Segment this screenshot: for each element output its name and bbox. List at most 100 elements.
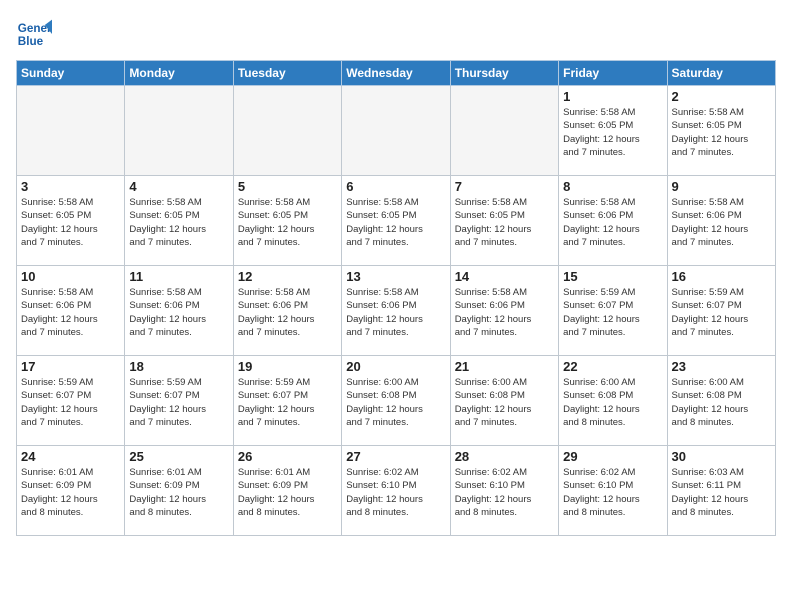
day-info: Sunrise: 5:59 AM Sunset: 6:07 PM Dayligh… <box>672 286 771 339</box>
day-number: 15 <box>563 269 662 284</box>
day-info: Sunrise: 6:01 AM Sunset: 6:09 PM Dayligh… <box>238 466 337 519</box>
day-number: 19 <box>238 359 337 374</box>
day-number: 27 <box>346 449 445 464</box>
day-info: Sunrise: 6:02 AM Sunset: 6:10 PM Dayligh… <box>563 466 662 519</box>
day-info: Sunrise: 6:02 AM Sunset: 6:10 PM Dayligh… <box>346 466 445 519</box>
day-info: Sunrise: 6:03 AM Sunset: 6:11 PM Dayligh… <box>672 466 771 519</box>
calendar-day-cell: 11 Sunrise: 5:58 AM Sunset: 6:06 PM Dayli… <box>125 266 233 356</box>
day-info: Sunrise: 5:58 AM Sunset: 6:06 PM Dayligh… <box>346 286 445 339</box>
day-info: Sunrise: 5:58 AM Sunset: 6:05 PM Dayligh… <box>21 196 120 249</box>
day-info: Sunrise: 5:58 AM Sunset: 6:06 PM Dayligh… <box>563 196 662 249</box>
day-number: 26 <box>238 449 337 464</box>
calendar-day-cell: 28 Sunrise: 6:02 AM Sunset: 6:10 PM Dayli… <box>450 446 558 536</box>
calendar-week-row: 24 Sunrise: 6:01 AM Sunset: 6:09 PM Dayli… <box>17 446 776 536</box>
day-info: Sunrise: 6:02 AM Sunset: 6:10 PM Dayligh… <box>455 466 554 519</box>
day-number: 22 <box>563 359 662 374</box>
day-info: Sunrise: 5:59 AM Sunset: 6:07 PM Dayligh… <box>238 376 337 429</box>
weekday-header: Wednesday <box>342 61 450 86</box>
calendar-day-cell: 21Sunrise: 6:00 AM Sunset: 6:08 PM Dayli… <box>450 356 558 446</box>
day-info: Sunrise: 5:58 AM Sunset: 6:05 PM Dayligh… <box>346 196 445 249</box>
day-number: 1 <box>563 89 662 104</box>
calendar-day-cell: 5Sunrise: 5:58 AM Sunset: 6:05 PM Daylig… <box>233 176 341 266</box>
day-info: Sunrise: 6:00 AM Sunset: 6:08 PM Dayligh… <box>563 376 662 429</box>
day-info: Sunrise: 6:01 AM Sunset: 6:09 PM Dayligh… <box>21 466 120 519</box>
day-number: 30 <box>672 449 771 464</box>
day-info: Sunrise: 5:58 AM Sunset: 6:05 PM Dayligh… <box>129 196 228 249</box>
calendar-table: SundayMondayTuesdayWednesdayThursdayFrid… <box>16 60 776 536</box>
calendar-day-cell: 3 Sunrise: 5:58 AM Sunset: 6:05 PM Daylig… <box>17 176 125 266</box>
calendar-day-cell: 27 Sunrise: 6:02 AM Sunset: 6:10 PM Dayli… <box>342 446 450 536</box>
weekday-header: Monday <box>125 61 233 86</box>
day-number: 10 <box>21 269 120 284</box>
weekday-header: Tuesday <box>233 61 341 86</box>
calendar-day-cell: 16 Sunrise: 5:59 AM Sunset: 6:07 PM Dayli… <box>667 266 775 356</box>
day-info: Sunrise: 5:58 AM Sunset: 6:05 PM Dayligh… <box>563 106 662 159</box>
day-number: 17 <box>21 359 120 374</box>
calendar-week-row: 10 Sunrise: 5:58 AM Sunset: 6:06 PM Dayli… <box>17 266 776 356</box>
day-number: 9 <box>672 179 771 194</box>
calendar-day-cell: 17Sunrise: 5:59 AM Sunset: 6:07 PM Dayli… <box>17 356 125 446</box>
calendar-day-cell <box>125 86 233 176</box>
calendar-week-row: 17 Sunrise: 5:59 AM Sunset: 6:07 PM Dayli… <box>17 356 776 446</box>
calendar-day-cell <box>17 86 125 176</box>
day-number: 3 <box>21 179 120 194</box>
svg-text:Blue: Blue <box>18 35 44 48</box>
calendar-day-cell: 4 Sunrise: 5:58 AM Sunset: 6:05 PM Daylig… <box>125 176 233 266</box>
day-info: Sunrise: 5:59 AM Sunset: 6:07 PM Dayligh… <box>563 286 662 339</box>
calendar-day-cell: 25Sunrise: 6:01 AM Sunset: 6:09 PM Dayli… <box>125 446 233 536</box>
day-number: 4 <box>129 179 228 194</box>
day-info: Sunrise: 5:58 AM Sunset: 6:06 PM Dayligh… <box>129 286 228 339</box>
day-number: 25 <box>129 449 228 464</box>
day-number: 13 <box>346 269 445 284</box>
calendar-day-cell: 2Sunrise: 5:58 AM Sunset: 6:05 PM Daylig… <box>667 86 775 176</box>
calendar-day-cell <box>342 86 450 176</box>
calendar-day-cell: 7 Sunrise: 5:58 AM Sunset: 6:05 PM Daylig… <box>450 176 558 266</box>
calendar-day-cell: 18 Sunrise: 5:59 AM Sunset: 6:07 PM Dayli… <box>125 356 233 446</box>
calendar-day-cell: 30 Sunrise: 6:03 AM Sunset: 6:11 PM Dayli… <box>667 446 775 536</box>
day-number: 29 <box>563 449 662 464</box>
day-number: 11 <box>129 269 228 284</box>
calendar-day-cell: 24 Sunrise: 6:01 AM Sunset: 6:09 PM Dayli… <box>17 446 125 536</box>
day-number: 2 <box>672 89 771 104</box>
day-info: Sunrise: 5:58 AM Sunset: 6:05 PM Dayligh… <box>238 196 337 249</box>
day-info: Sunrise: 6:00 AM Sunset: 6:08 PM Dayligh… <box>346 376 445 429</box>
day-number: 12 <box>238 269 337 284</box>
day-info: Sunrise: 5:59 AM Sunset: 6:07 PM Dayligh… <box>129 376 228 429</box>
day-info: Sunrise: 5:58 AM Sunset: 6:06 PM Dayligh… <box>455 286 554 339</box>
calendar-day-cell: 14Sunrise: 5:58 AM Sunset: 6:06 PM Dayli… <box>450 266 558 356</box>
calendar-day-cell: 22 Sunrise: 6:00 AM Sunset: 6:08 PM Dayli… <box>559 356 667 446</box>
logo-icon: General Blue <box>16 16 52 52</box>
day-info: Sunrise: 5:58 AM Sunset: 6:06 PM Dayligh… <box>672 196 771 249</box>
calendar-day-cell: 8Sunrise: 5:58 AM Sunset: 6:06 PM Daylig… <box>559 176 667 266</box>
day-info: Sunrise: 5:58 AM Sunset: 6:06 PM Dayligh… <box>21 286 120 339</box>
day-number: 7 <box>455 179 554 194</box>
calendar-day-cell: 12 Sunrise: 5:58 AM Sunset: 6:06 PM Dayli… <box>233 266 341 356</box>
day-number: 21 <box>455 359 554 374</box>
page-header: General Blue <box>16 16 776 52</box>
day-number: 24 <box>21 449 120 464</box>
weekday-header: Saturday <box>667 61 775 86</box>
calendar-day-cell: 20Sunrise: 6:00 AM Sunset: 6:08 PM Dayli… <box>342 356 450 446</box>
day-number: 28 <box>455 449 554 464</box>
weekday-header: Sunday <box>17 61 125 86</box>
calendar-day-cell: 26 Sunrise: 6:01 AM Sunset: 6:09 PM Dayli… <box>233 446 341 536</box>
calendar-day-cell <box>233 86 341 176</box>
weekday-header: Thursday <box>450 61 558 86</box>
day-number: 23 <box>672 359 771 374</box>
calendar-week-row: 1 Sunrise: 5:58 AM Sunset: 6:05 PM Daylig… <box>17 86 776 176</box>
day-number: 18 <box>129 359 228 374</box>
day-number: 16 <box>672 269 771 284</box>
calendar-day-cell <box>450 86 558 176</box>
day-info: Sunrise: 5:58 AM Sunset: 6:05 PM Dayligh… <box>455 196 554 249</box>
calendar-day-cell: 13 Sunrise: 5:58 AM Sunset: 6:06 PM Dayli… <box>342 266 450 356</box>
day-number: 6 <box>346 179 445 194</box>
weekday-header: Friday <box>559 61 667 86</box>
calendar-day-cell: 29 Sunrise: 6:02 AM Sunset: 6:10 PM Dayli… <box>559 446 667 536</box>
calendar-week-row: 3 Sunrise: 5:58 AM Sunset: 6:05 PM Daylig… <box>17 176 776 266</box>
day-info: Sunrise: 5:58 AM Sunset: 6:06 PM Dayligh… <box>238 286 337 339</box>
calendar-day-cell: 23Sunrise: 6:00 AM Sunset: 6:08 PM Dayli… <box>667 356 775 446</box>
calendar-day-cell: 1 Sunrise: 5:58 AM Sunset: 6:05 PM Daylig… <box>559 86 667 176</box>
calendar-day-cell: 15 Sunrise: 5:59 AM Sunset: 6:07 PM Dayli… <box>559 266 667 356</box>
calendar-day-cell: 19 Sunrise: 5:59 AM Sunset: 6:07 PM Dayli… <box>233 356 341 446</box>
logo: General Blue <box>16 16 52 52</box>
